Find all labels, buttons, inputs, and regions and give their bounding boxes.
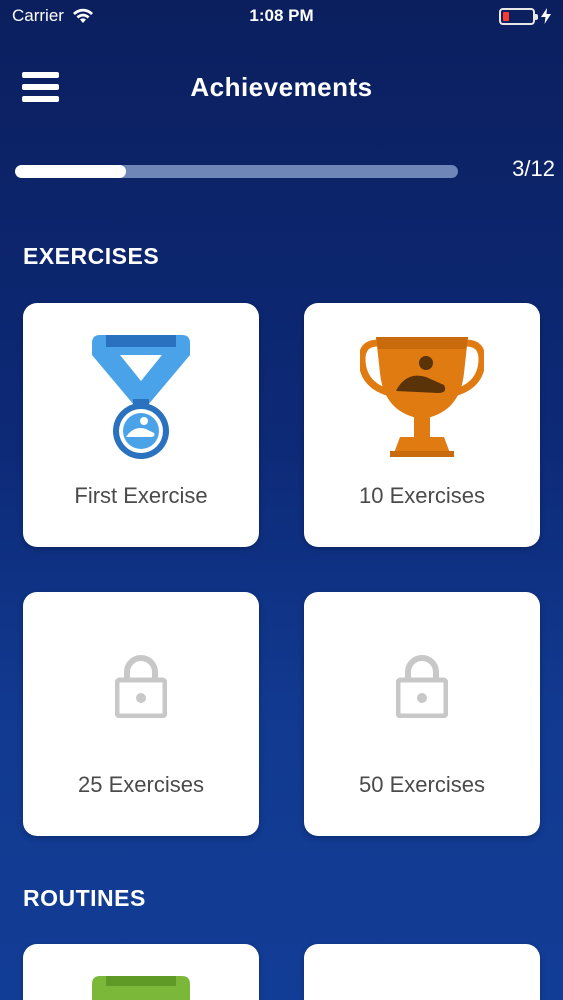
achievement-card-routine-2[interactable] (304, 944, 540, 1000)
medal-icon (23, 974, 259, 1000)
achievement-progress: 3/12 (15, 155, 555, 187)
battery-level (503, 11, 509, 21)
section-title-exercises: EXERCISES (23, 243, 160, 269)
lock-icon (23, 654, 259, 718)
lock-icon (304, 654, 540, 718)
progress-count: 3/12 (512, 156, 555, 181)
progress-fill (15, 165, 126, 178)
status-time: 1:08 PM (249, 6, 314, 25)
achievement-label: 25 Exercises (78, 772, 204, 797)
battery-icon (499, 7, 538, 25)
nav-bar: Achievements (0, 60, 563, 116)
trophy-icon (304, 333, 540, 463)
status-bar: Carrier 1:08 PM (0, 0, 563, 32)
achievement-card-50-exercises[interactable]: 50 Exercises (304, 592, 540, 836)
achievement-card-10-exercises[interactable]: 10 Exercises (304, 303, 540, 547)
achievement-card-25-exercises[interactable]: 25 Exercises (23, 592, 259, 836)
achievement-card-routine-1[interactable] (23, 944, 259, 1000)
achievement-label: 50 Exercises (359, 772, 485, 797)
achievement-card-first-exercise[interactable]: First Exercise (23, 303, 259, 547)
achievement-label: 10 Exercises (359, 483, 485, 508)
medal-icon (23, 333, 259, 463)
page-title: Achievements (190, 72, 373, 102)
section-title-routines: ROUTINES (23, 885, 146, 911)
achievement-label: First Exercise (74, 483, 208, 508)
progress-track (15, 165, 458, 178)
